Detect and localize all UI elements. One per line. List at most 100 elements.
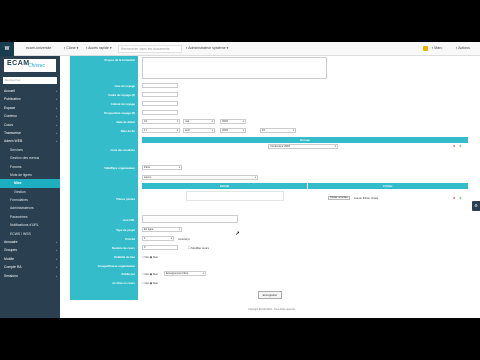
top-search-input[interactable]: Rechercher dans les documents — [118, 45, 182, 53]
label-priority: Priorité — [125, 237, 135, 241]
chevron-left-icon: ‹ — [56, 256, 57, 261]
menu-quick-label: Accès rapide — [88, 46, 109, 50]
date-end-hour-select[interactable]: 15 — [260, 128, 296, 133]
date-end-day-select[interactable]: 17 — [142, 128, 180, 133]
file-status: Aucun fichier choisi — [354, 196, 379, 200]
submit-button[interactable]: Enregistrer — [258, 291, 282, 299]
sidebar-item[interactable]: Compte RA ‹ — [0, 263, 60, 271]
sidebar-item[interactable]: Transverse ‹ — [0, 129, 60, 137]
chevron-left-icon: ‹ — [56, 105, 57, 110]
field2-input[interactable] — [142, 83, 178, 88]
add-piece-icon[interactable]: ✚ — [459, 197, 462, 200]
chevron-left-icon: ‹ — [56, 139, 57, 144]
sidebar-item[interactable]: Forums — [0, 163, 60, 171]
chevron-left-icon: ‹ — [56, 89, 57, 93]
settings-gear-icon[interactable]: ⚙ — [472, 201, 480, 211]
sidebar-item[interactable]: Accueil ‹ — [0, 87, 60, 95]
sidebar-item[interactable]: Annuaire ‹ — [0, 238, 60, 246]
logo-subtitle: Chisrec — [28, 63, 45, 69]
sidebar-item[interactable]: Publication ‹ — [0, 95, 60, 103]
user-menu[interactable]: ▪ Marc — [432, 46, 442, 50]
archive-yes: Oui — [144, 281, 149, 285]
sidebar-item[interactable]: ECWS / WSS — [0, 230, 60, 238]
publisher-no: Non — [152, 272, 158, 276]
menu-admin[interactable]: ▪ Administrateur système ▾ — [186, 46, 228, 50]
sidebar-item[interactable]: Contenu ‹ — [0, 112, 60, 120]
url-input[interactable] — [142, 215, 238, 223]
field4-input[interactable] — [142, 101, 178, 106]
sidebar-item[interactable]: Notifications d'URL — [0, 221, 60, 229]
sidebar-nav: Accueil ‹ Publication ‹ Espace ‹ Contenu ‹ Cours… — [0, 87, 60, 280]
sidebar-item[interactable]: Gestion des menus — [0, 154, 60, 162]
actions-menu[interactable]: ▪ Actions — [456, 46, 470, 50]
sidebar-item[interactable]: Administrateurs — [0, 204, 60, 212]
sidebar-item[interactable]: Mots de lignes — [0, 171, 60, 179]
footer-text: Copyright ECAM 2018 - Tous droits réserv… — [248, 308, 296, 311]
visibility-radio-group[interactable]: ○ Oui ◉ Non — [142, 255, 158, 259]
main-content: Propos de la formation Lieu du voyage Ca… — [60, 56, 480, 318]
piece-title-input[interactable] — [186, 191, 284, 201]
remove-piece-icon[interactable]: ✖ — [453, 197, 456, 200]
site-name[interactable]: ecam-universite — [26, 46, 51, 50]
chevron-left-icon: ‹ — [56, 114, 57, 119]
label-date-start: Date de début — [116, 120, 136, 124]
visibility-yes: Oui — [144, 255, 149, 259]
label-courses: Liste des modules — [110, 148, 135, 152]
ville-sub-select[interactable]: Aucun — [142, 175, 258, 180]
label-description: Propos de la formation — [104, 58, 135, 62]
sidebar-item-label: Espace — [4, 105, 16, 110]
visibility-no: Non — [152, 255, 158, 259]
archive-no: Non — [152, 281, 158, 285]
priority-select[interactable]: 1 — [142, 236, 174, 241]
sidebar-item[interactable]: Cours ‹ — [0, 121, 60, 129]
label-group: Groupe/Classe organisation — [97, 264, 135, 268]
archive-radio-group[interactable]: ○ Oui ◉ Non — [142, 281, 158, 285]
label-field4: Intitulé du voyage — [111, 102, 135, 106]
sidebar-item[interactable]: Gestion — [0, 188, 60, 196]
logo[interactable]: ECAM Chisrec — [4, 59, 56, 72]
weight-checkbox[interactable]: ☐ Modifier cours — [188, 246, 209, 250]
field3-input[interactable] — [142, 92, 178, 97]
menu-quick-access[interactable]: ▪ Accès rapide ▾ — [86, 46, 112, 50]
publisher-select[interactable]: Enseignement libre — [164, 271, 206, 276]
sidebar-item[interactable]: Mobile ‹ — [0, 255, 60, 263]
add-row-icon[interactable]: ✚ — [459, 145, 462, 148]
sidebar-item[interactable]: Espace ‹ — [0, 104, 60, 112]
sidebar-item[interactable]: Admin WEB ‹ — [0, 137, 60, 145]
chevron-left-icon: ‹ — [56, 248, 57, 253]
type-select[interactable]: En ligne — [142, 227, 182, 232]
sidebar-item-label: Annuaire — [4, 240, 18, 245]
sidebar-item-label: Gestion des menus — [10, 156, 40, 161]
sidebar-item[interactable]: Formulaires — [0, 196, 60, 204]
brand-button[interactable]: W — [0, 42, 14, 56]
sidebar-item-label: Services — [10, 147, 24, 152]
ville-select[interactable]: Paris — [142, 165, 182, 170]
description-textarea[interactable] — [142, 57, 327, 79]
notification-badge-icon[interactable] — [423, 46, 428, 51]
sidebar-item-label: Forums — [10, 164, 22, 169]
sidebar-item[interactable]: Paramètres — [0, 213, 60, 221]
modules-select[interactable]: Conducteur 2018 — [268, 144, 338, 149]
date-end-month-select[interactable]: avril — [183, 128, 215, 133]
weight-input[interactable]: 0 — [142, 245, 178, 250]
sidebar-item-label: Mise — [14, 181, 22, 186]
sidebar: ECAM Chisrec Rechercher Accueil ‹ Publicat… — [0, 56, 60, 318]
publisher-radio-group[interactable]: ○ Oui ◉ Non — [142, 272, 158, 276]
date-start-month-select[interactable]: mai — [183, 119, 215, 124]
choose-file-button[interactable]: Choisir un fichier — [328, 196, 350, 200]
sidebar-item[interactable]: Sessions ‹ — [0, 272, 60, 280]
remove-row-icon[interactable]: ✖ — [453, 145, 456, 148]
date-start-day-select[interactable]: 16 — [142, 119, 180, 124]
label-pieces: Pièces jointes — [116, 197, 135, 201]
sidebar-item[interactable]: Services — [0, 146, 60, 154]
sidebar-search-input[interactable]: Rechercher — [3, 77, 57, 84]
sidebar-item[interactable]: Groupes ‹ — [0, 246, 60, 254]
modules-table-header: Groupe — [142, 137, 468, 143]
label-field5: Prospection voyage (2) — [104, 111, 135, 115]
date-start-year-select[interactable]: 2018 — [220, 119, 246, 124]
menu-clone[interactable]: ▪ Clone ▾ — [64, 46, 78, 50]
sidebar-item[interactable]: Mise — [0, 179, 60, 188]
pieces-head-file: Fichier — [308, 183, 468, 189]
field5-input[interactable] — [142, 110, 178, 115]
date-end-year-select[interactable]: 2018 — [220, 128, 246, 133]
